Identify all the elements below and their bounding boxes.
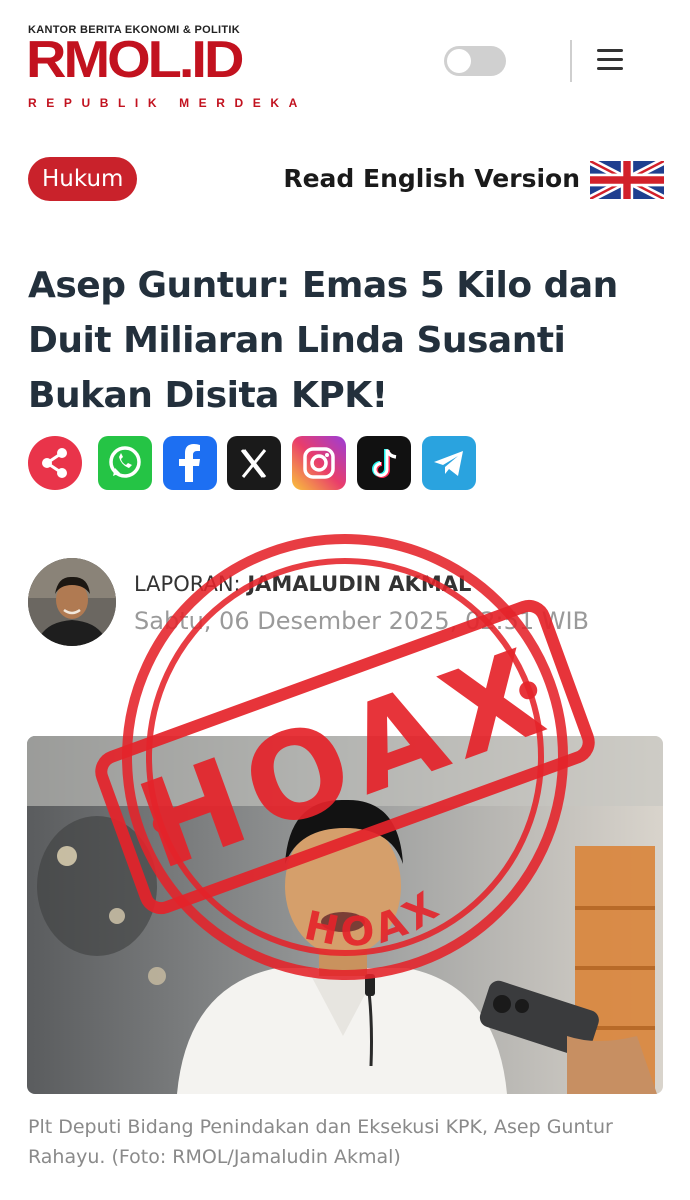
reporter-avatar[interactable] <box>28 558 116 646</box>
article-photo <box>27 736 663 1094</box>
photo-caption: Plt Deputi Bidang Penindakan dan Eksekus… <box>28 1116 613 1168</box>
x-icon[interactable] <box>227 436 281 490</box>
whatsapp-icon[interactable] <box>98 436 152 490</box>
logo-subtitle: REPUBLIK MERDEKA <box>28 96 307 110</box>
hamburger-menu-icon[interactable] <box>597 49 623 71</box>
uk-flag-icon[interactable] <box>590 161 664 199</box>
share-icon[interactable] <box>28 436 82 490</box>
facebook-icon[interactable] <box>163 436 217 490</box>
logo-wordmark: RMOL.ID <box>26 30 244 89</box>
toggle-knob <box>447 49 471 73</box>
instagram-icon[interactable] <box>292 436 346 490</box>
tiktok-icon[interactable] <box>357 436 411 490</box>
header-divider <box>570 40 572 82</box>
publish-date: Sabtu, 06 Desember 2025, 02:51 WIB <box>134 607 590 635</box>
category-badge[interactable]: Hukum <box>28 157 138 201</box>
dark-mode-toggle[interactable] <box>444 46 506 76</box>
reporter-name[interactable]: JAMALUDIN AKMAL <box>247 572 471 596</box>
article-headline: Asep Guntur: Emas 5 Kilo dan Duit Miliar… <box>28 265 618 416</box>
telegram-icon[interactable] <box>422 436 476 490</box>
site-header: KANTOR BERITA EKONOMI & POLITIK RMOL.ID … <box>0 0 690 125</box>
reporter-label: LAPORAN: <box>134 572 241 596</box>
site-logo[interactable]: KANTOR BERITA EKONOMI & POLITIK RMOL.ID … <box>26 24 348 114</box>
read-english-link[interactable]: Read English Version <box>283 162 580 196</box>
reporter-line: LAPORAN: JAMALUDIN AKMAL <box>134 570 471 598</box>
